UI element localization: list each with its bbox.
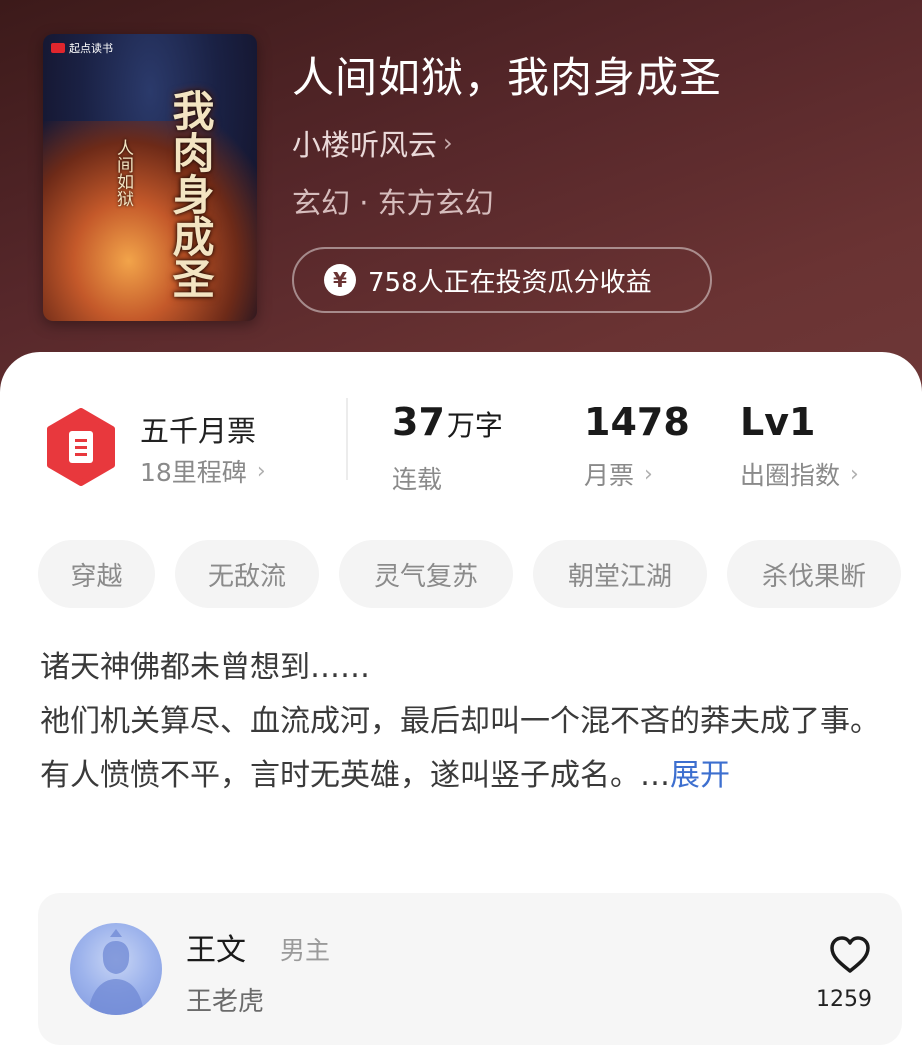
word-count-stat: 37万字 连载 [392, 398, 503, 496]
stat-divider [346, 398, 348, 480]
avatar [70, 923, 162, 1015]
circle-index-stat[interactable]: Lv1 出圈指数 › [740, 398, 859, 492]
synopsis-line: 诸天神佛都未曾想到…… [40, 650, 370, 685]
milestone-title: 五千月票 [140, 414, 257, 448]
milestone-ticket-icon[interactable] [42, 408, 120, 486]
book-cover[interactable]: 起点读书 人间如狱 我肉身成圣 [43, 34, 257, 321]
cover-brand: 起点读书 [51, 40, 113, 56]
chevron-right-icon: › [850, 461, 859, 487]
tag-chip[interactable]: 穿越 [38, 540, 155, 608]
heart-icon[interactable] [828, 935, 872, 975]
synopsis[interactable]: 诸天神佛都未曾想到…… 祂们机关算尽、血流成河，最后却叫一个混不吝的莽夫成了事。… [40, 641, 880, 803]
author-name: 小楼听风云 [292, 128, 438, 162]
word-count-value: 37 [392, 400, 445, 444]
chevron-right-icon: › [443, 129, 453, 157]
tag-chip[interactable]: 朝堂江湖 [533, 540, 707, 608]
tag-chip[interactable]: 无敌流 [175, 540, 319, 608]
tag-chip[interactable]: 杀伐果断 [727, 540, 901, 608]
author-link[interactable]: 小楼听风云 › [292, 122, 453, 164]
chevron-right-icon: › [256, 458, 266, 484]
yen-coin-icon: ¥ [324, 264, 356, 296]
milestone-link[interactable]: 18里程碑 › [140, 453, 266, 489]
monthly-votes-value: 1478 [584, 400, 690, 444]
synopsis-line-text: 有人愤愤不平，言时无英雄，遂叫竖子成名。… [40, 758, 670, 793]
book-genre: 玄幻 · 东方玄幻 [292, 186, 494, 220]
character-card[interactable]: 王文 男主 王老虎 1259 [38, 893, 902, 1045]
circle-index-value: Lv1 [740, 400, 816, 444]
like-count: 1259 [816, 987, 872, 1012]
cover-brand-text: 起点读书 [69, 42, 113, 55]
milestone-sub: 18里程碑 [140, 458, 247, 487]
cover-subtitle: 人间如狱 [113, 139, 133, 207]
word-count-unit: 万字 [446, 409, 503, 442]
circle-index-label: 出圈指数 [740, 461, 841, 490]
synopsis-line: 祂们机关算尽、血流成河，最后却叫一个混不吝的莽夫成了事。 [40, 704, 880, 739]
monthly-votes-stat[interactable]: 1478 月票 › [584, 398, 690, 492]
word-count-label: 连载 [392, 465, 443, 494]
character-name: 王文 [186, 933, 246, 968]
book-detail-page: 起点读书 人间如狱 我肉身成圣 人间如狱，我肉身成圣 小楼听风云 › 玄幻 · … [0, 0, 922, 1049]
character-role: 男主 [280, 936, 331, 965]
character-alias: 王老虎 [186, 987, 265, 1017]
chevron-right-icon: › [644, 461, 653, 487]
monthly-votes-label: 月票 [584, 461, 635, 490]
synopsis-line: 有人愤愤不平，言时无英雄，遂叫竖子成名。…展开 [40, 749, 880, 803]
invest-text: 758人正在投资瓜分收益 [368, 267, 652, 298]
expand-link[interactable]: 展开 [670, 758, 730, 793]
tag-list: 穿越 无敌流 灵气复苏 朝堂江湖 杀伐果断 [38, 540, 922, 608]
book-title: 人间如狱，我肉身成圣 [292, 53, 723, 102]
cover-title: 我肉身成圣 [166, 89, 215, 299]
tag-chip[interactable]: 灵气复苏 [339, 540, 513, 608]
brand-logo-icon [51, 43, 65, 53]
invest-button[interactable]: ¥ 758人正在投资瓜分收益 [292, 247, 712, 313]
